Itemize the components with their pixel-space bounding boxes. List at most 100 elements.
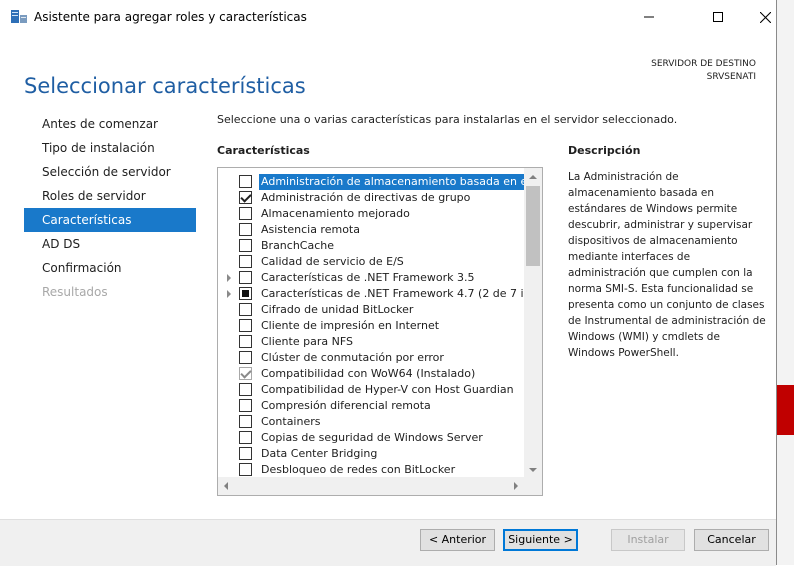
vertical-scroll-thumb[interactable] [526,186,540,266]
destination-server-info: SERVIDOR DE DESTINO SRVSENATI [651,58,756,84]
feature-label: Almacenamiento mejorado [261,207,410,220]
feature-label: Compatibilidad de Hyper-V con Host Guard… [261,383,514,396]
scroll-up-arrow-icon[interactable] [529,175,537,179]
maximize-button[interactable] [695,0,741,34]
feature-label: Cliente para NFS [261,335,353,348]
next-button[interactable]: Siguiente > [503,529,578,551]
nav-item-antes-de-comenzar[interactable]: Antes de comenzar [24,112,196,136]
feature-label: Características de .NET Framework 4.7 (2… [261,287,542,300]
feature-row[interactable]: BranchCache [218,238,524,254]
features-tree-list[interactable]: Administración de almacenamiento basada … [217,167,543,496]
wizard-navigation: Antes de comenzar Tipo de instalación Se… [24,112,196,304]
features-heading: Características [217,144,310,157]
expand-arrow-icon[interactable] [227,290,231,298]
feature-checkbox[interactable] [239,463,252,476]
nav-item-caracteristicas[interactable]: Características [24,208,196,232]
feature-checkbox[interactable] [239,447,252,460]
feature-row[interactable]: Copias de seguridad de Windows Server [218,430,524,446]
nav-item-tipo-de-instalacion[interactable]: Tipo de instalación [24,136,196,160]
feature-row[interactable]: Administración de directivas de grupo [218,190,524,206]
feature-row[interactable]: Compatibilidad de Hyper-V con Host Guard… [218,382,524,398]
feature-label: Containers [261,415,321,428]
feature-checkbox[interactable] [239,351,252,364]
feature-row[interactable]: Containers [218,414,524,430]
feature-label: Administración de directivas de grupo [261,191,471,204]
close-icon [759,11,771,23]
feature-label: Características de .NET Framework 3.5 [261,271,475,284]
nav-item-roles-de-servidor[interactable]: Roles de servidor [24,184,196,208]
feature-label: Administración de almacenamiento basada … [259,174,542,190]
feature-label: Compatibilidad con WoW64 (Instalado) [261,367,476,380]
feature-checkbox[interactable] [239,335,252,348]
cancel-button[interactable]: Cancelar [694,529,769,551]
feature-row[interactable]: Cliente de impresión en Internet [218,318,524,334]
description-heading: Descripción [568,144,641,157]
feature-label: Asistencia remota [261,223,360,236]
feature-label: Cifrado de unidad BitLocker [261,303,414,316]
feature-row[interactable]: Administración de almacenamiento basada … [218,174,542,190]
scroll-left-arrow-icon[interactable] [224,482,228,490]
feature-label: Copias de seguridad de Windows Server [261,431,483,444]
feature-checkbox[interactable] [239,303,252,316]
feature-row[interactable]: Asistencia remota [218,222,524,238]
feature-label: Compresión diferencial remota [261,399,431,412]
add-roles-wizard-window: Asistente para agregar roles y caracterí… [0,0,777,566]
expand-arrow-icon[interactable] [227,274,231,282]
feature-row[interactable]: Calidad de servicio de E/S [218,254,524,270]
feature-label: Cliente de impresión en Internet [261,319,440,332]
feature-checkbox[interactable] [239,175,252,188]
vertical-scrollbar[interactable] [524,168,542,478]
page-title: Seleccionar características [24,74,306,99]
scroll-down-arrow-icon[interactable] [529,468,537,472]
feature-checkbox[interactable] [239,191,252,204]
nav-item-confirmacion[interactable]: Confirmación [24,256,196,280]
feature-checkbox[interactable] [239,255,252,268]
feature-row[interactable]: Cliente para NFS [218,334,524,350]
feature-row[interactable]: Características de .NET Framework 4.7 (2… [218,286,542,302]
nav-item-resultados: Resultados [42,285,108,299]
feature-checkbox[interactable] [239,431,252,444]
feature-row[interactable]: Compresión diferencial remota [218,398,524,414]
window-title: Asistente para agregar roles y caracterí… [34,10,307,24]
wizard-footer: < Anterior Siguiente > Instalar Cancelar [0,519,776,566]
feature-row[interactable]: Desbloqueo de redes con BitLocker [218,462,524,478]
feature-checkbox[interactable] [239,207,252,220]
feature-label: Calidad de servicio de E/S [261,255,404,268]
feature-label: Desbloqueo de redes con BitLocker [261,463,456,476]
background-alert-strip [777,385,794,435]
feature-description: La Administración de almacenamiento basa… [568,171,766,359]
back-button[interactable]: < Anterior [420,529,495,551]
feature-row[interactable]: Data Center Bridging [218,446,524,462]
feature-row[interactable]: Almacenamiento mejorado [218,206,524,222]
feature-checkbox [239,367,252,380]
feature-checkbox[interactable] [239,399,252,412]
feature-label: BranchCache [261,239,335,252]
background-window [777,0,794,565]
feature-checkbox[interactable] [239,271,252,284]
minimize-button[interactable] [626,0,672,34]
feature-checkbox[interactable] [239,239,252,252]
minimize-icon [644,16,654,18]
feature-row[interactable]: Características de .NET Framework 3.5 [218,270,524,286]
horizontal-scrollbar[interactable] [218,477,524,495]
install-button: Instalar [611,529,685,551]
close-button[interactable] [742,0,788,34]
server-manager-icon [11,10,27,23]
feature-row[interactable]: Cifrado de unidad BitLocker [218,302,524,318]
nav-item-ad-ds[interactable]: AD DS [24,232,196,256]
feature-checkbox[interactable] [239,287,252,300]
scroll-right-arrow-icon[interactable] [514,482,518,490]
title-bar: Asistente para agregar roles y caracterí… [0,0,776,36]
feature-checkbox[interactable] [239,415,252,428]
feature-checkbox[interactable] [239,223,252,236]
feature-label: Clúster de conmutación por error [261,351,444,364]
nav-item-seleccion-de-servidor[interactable]: Selección de servidor [24,160,196,184]
features-rows: Administración de almacenamiento basada … [218,174,542,478]
feature-row[interactable]: Compatibilidad con WoW64 (Instalado) [218,366,524,382]
feature-row[interactable]: Clúster de conmutación por error [218,350,524,366]
instruction-text: Seleccione una o varias características … [217,113,678,126]
feature-checkbox[interactable] [239,383,252,396]
feature-checkbox[interactable] [239,319,252,332]
scrollbar-corner [524,477,542,495]
destination-server-name: SRVSENATI [706,72,756,82]
